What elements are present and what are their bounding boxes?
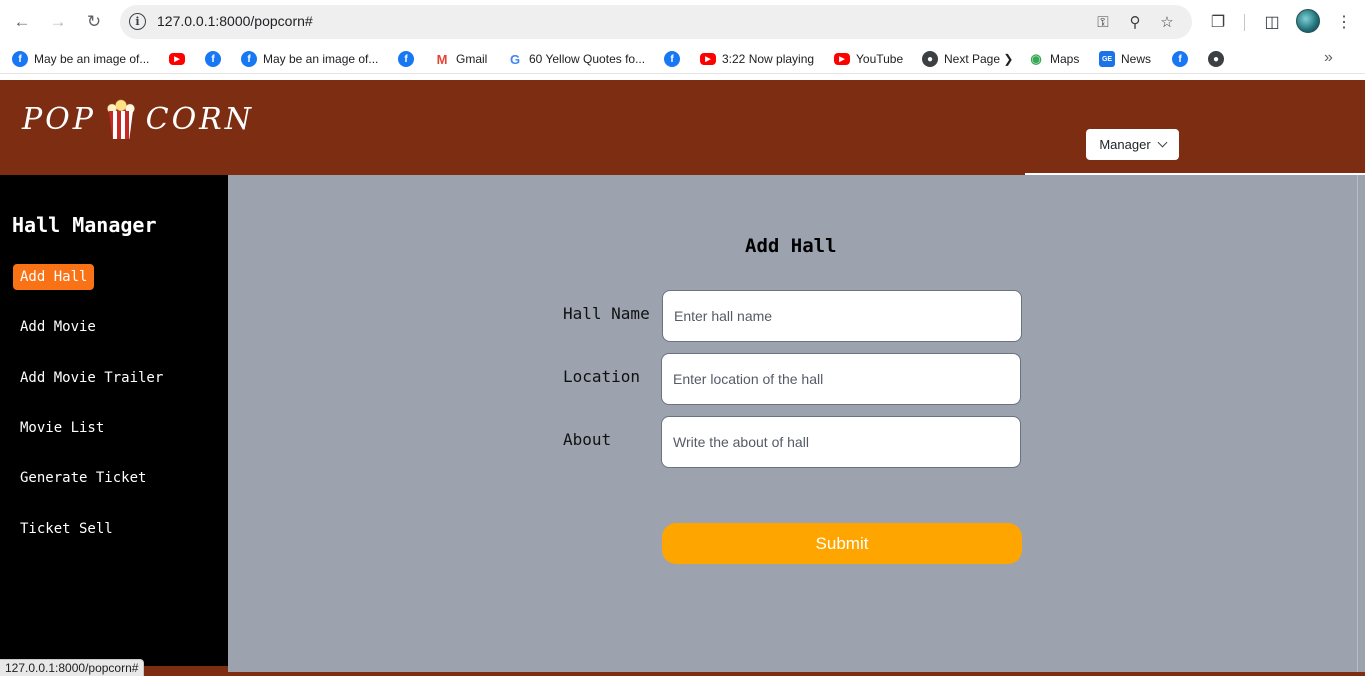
bookmark-item[interactable]: f (205, 50, 221, 68)
address-bar[interactable]: i 127.0.0.1:8000/popcorn# ⚿ ⚲ ☆ (120, 5, 1192, 39)
reload-icon[interactable]: ↻ (83, 11, 105, 33)
zoom-icon[interactable]: ⚲ (1125, 12, 1145, 32)
profile-avatar[interactable] (1296, 9, 1320, 33)
toolbar-divider (1244, 14, 1245, 31)
globe-icon: ● (922, 51, 938, 67)
sidebar-item-add-movie-trailer[interactable]: Add Movie Trailer (13, 365, 170, 391)
facebook-icon: f (398, 51, 414, 67)
about-label: About (563, 430, 612, 449)
status-bar-url: 127.0.0.1:8000/popcorn# (0, 659, 145, 676)
sidebar-item-movie-list[interactable]: Movie List (13, 415, 111, 441)
browser-toolbar: ← → ↻ i 127.0.0.1:8000/popcorn# ⚿ ⚲ ☆ ❐ … (0, 0, 1365, 44)
bookmark-item[interactable]: f (398, 50, 414, 68)
youtube-icon: ▶ (700, 53, 716, 65)
bookmark-item[interactable]: ● Next Page ❯ (922, 50, 1013, 68)
sidebar: Hall Manager Add Hall Add Movie Add Movi… (0, 175, 228, 676)
hall-name-label: Hall Name (563, 304, 650, 323)
facebook-icon: f (1172, 51, 1188, 67)
forward-arrow-icon[interactable]: → (47, 11, 69, 33)
bookmark-item[interactable]: ▶ (169, 50, 185, 68)
manager-dropdown[interactable]: Manager (1086, 129, 1179, 160)
bookmark-item[interactable]: f (1172, 50, 1188, 68)
manager-dropdown-label: Manager (1099, 137, 1151, 152)
globe-icon: ● (1208, 51, 1224, 67)
popcorn-bucket-icon (105, 99, 136, 139)
sidebar-item-add-movie[interactable]: Add Movie (13, 314, 103, 340)
about-input[interactable] (661, 416, 1021, 468)
bookmark-item[interactable]: f May be an image of... (12, 50, 149, 68)
facebook-icon: f (664, 51, 680, 67)
bookmark-item[interactable]: ▶ 3:22 Now playing (700, 50, 814, 68)
bookmark-item[interactable]: GE News (1099, 50, 1151, 68)
maps-icon: ◉ (1030, 51, 1042, 66)
password-key-icon[interactable]: ⚿ (1093, 12, 1113, 32)
hall-name-input[interactable] (662, 290, 1022, 342)
bookmark-item[interactable]: f (664, 50, 680, 68)
footer-strip (228, 672, 1365, 676)
bookmark-item[interactable]: ● (1208, 50, 1224, 68)
submit-button[interactable]: Submit (662, 523, 1022, 564)
bookmark-item[interactable]: M Gmail (434, 50, 488, 68)
sidebar-title: Hall Manager (12, 213, 157, 237)
logo-text-left: POP (22, 101, 96, 137)
facebook-icon: f (12, 51, 28, 67)
bookmarks-overflow-icon[interactable]: » (1324, 49, 1333, 67)
url-text[interactable]: 127.0.0.1:8000/popcorn# (157, 13, 313, 29)
bookmark-item[interactable]: ◉ Maps (1028, 50, 1079, 68)
chevron-down-icon (1157, 137, 1168, 148)
site-info-icon[interactable]: i (129, 13, 146, 30)
extensions-puzzle-icon[interactable]: ❐ (1207, 11, 1229, 33)
popcorn-logo[interactable]: POP CORN (22, 94, 254, 144)
site-header: POP CORN (0, 80, 1365, 175)
form-title: Add Hall (745, 235, 837, 257)
sidebar-item-add-hall[interactable]: Add Hall (13, 264, 95, 290)
main-scroll-edge (1357, 175, 1365, 672)
bookmark-item[interactable]: ▶ YouTube (834, 50, 903, 68)
bookmark-item[interactable]: G 60 Yellow Quotes fo... (507, 50, 645, 68)
location-label: Location (563, 367, 641, 386)
google-icon: G (509, 51, 521, 67)
gmail-icon: M (436, 51, 448, 67)
youtube-icon: ▶ (169, 53, 185, 65)
facebook-icon: f (205, 51, 221, 67)
chrome-menu-icon[interactable]: ⋮ (1333, 11, 1355, 33)
location-input[interactable] (661, 353, 1021, 405)
sidebar-item-ticket-sell[interactable]: Ticket Sell (13, 516, 120, 542)
sidebar-item-generate-ticket[interactable]: Generate Ticket (13, 465, 153, 491)
youtube-icon: ▶ (834, 53, 850, 65)
logo-text-right: CORN (145, 101, 254, 137)
side-panel-icon[interactable]: ◫ (1261, 11, 1283, 33)
bookmarks-bar: f May be an image of... ▶ f f May be an im… (0, 44, 1365, 74)
news-icon: GE (1099, 51, 1115, 67)
facebook-icon: f (241, 51, 257, 67)
back-arrow-icon[interactable]: ← (11, 11, 33, 33)
bookmark-item[interactable]: f May be an image of... (241, 50, 378, 68)
bookmark-star-icon[interactable]: ☆ (1157, 12, 1177, 32)
